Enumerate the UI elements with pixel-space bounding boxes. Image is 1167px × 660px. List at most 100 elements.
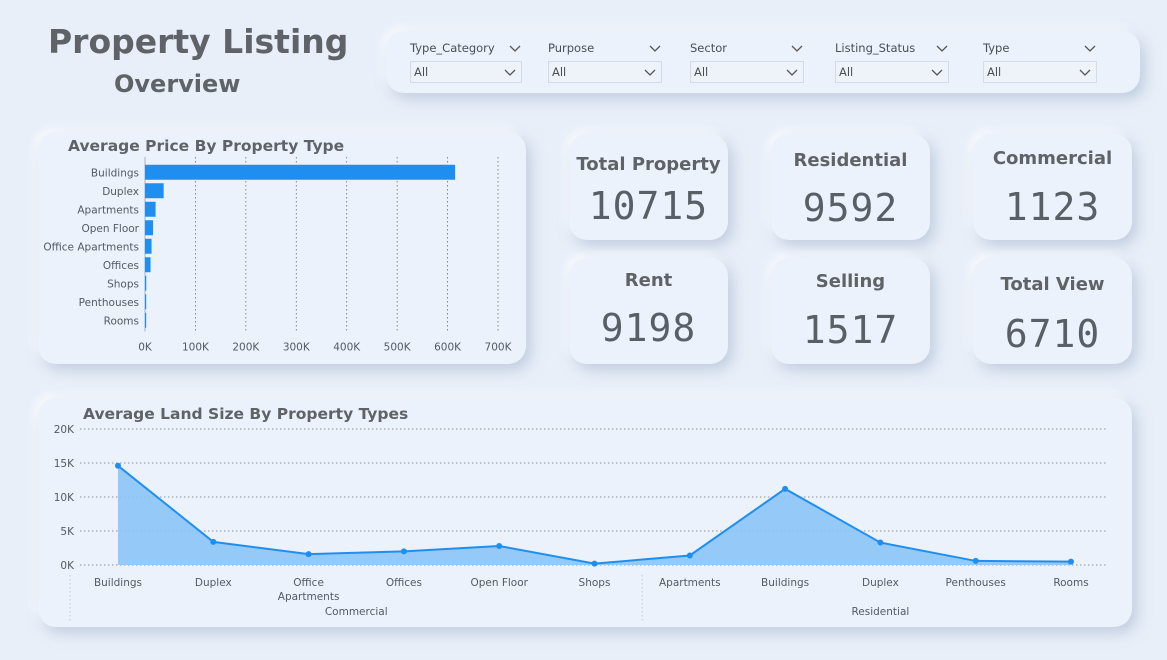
y-tick-label: Shops bbox=[107, 278, 139, 290]
chevron-down-icon[interactable] bbox=[790, 43, 804, 53]
kpi-label: Residential bbox=[793, 150, 908, 171]
filter-label: Sector bbox=[690, 41, 727, 55]
avg-land-size-area-chart: 0K 5K 10K 15K 20K Buildings Duplex Office Apartm… bbox=[54, 424, 1106, 621]
data-point bbox=[400, 548, 407, 555]
group-label: Commercial bbox=[325, 606, 388, 618]
filter-value: All bbox=[414, 65, 429, 79]
kpi-label: Rent bbox=[624, 270, 673, 291]
filter-sector[interactable]: Sector All bbox=[690, 39, 804, 83]
filter-select[interactable]: All bbox=[548, 61, 662, 83]
y-tick-label: Buildings bbox=[91, 167, 139, 179]
chevron-down-icon[interactable] bbox=[930, 67, 944, 77]
chevron-down-icon[interactable] bbox=[643, 67, 657, 77]
kpi-value: 9198 bbox=[600, 306, 697, 350]
x-tick-label: Office Apartments bbox=[278, 577, 340, 603]
kpi-total-property: Total Property 10715 bbox=[569, 134, 728, 240]
bar bbox=[145, 201, 156, 217]
x-tick-label: Duplex bbox=[862, 577, 899, 589]
kpi-commercial: Commercial 1123 bbox=[973, 134, 1132, 240]
kpi-label: Selling bbox=[815, 271, 886, 292]
data-point bbox=[972, 557, 979, 564]
x-tick-label: 700K bbox=[485, 342, 513, 354]
page-title: Property Listing bbox=[48, 22, 349, 61]
chevron-down-icon[interactable] bbox=[648, 43, 662, 53]
kpi-label: Total Property bbox=[576, 154, 721, 175]
y-tick-label: Penthouses bbox=[79, 297, 139, 309]
area-fill bbox=[118, 465, 1071, 565]
bar bbox=[145, 294, 147, 310]
bar bbox=[145, 164, 456, 180]
chevron-down-icon[interactable] bbox=[508, 43, 522, 53]
filters-panel: Type_Category All Purpose All Sector All… bbox=[386, 31, 1140, 93]
filter-select[interactable]: All bbox=[690, 61, 804, 83]
x-tick-label: 400K bbox=[333, 342, 361, 354]
x-tick-label: Offices bbox=[386, 577, 422, 589]
x-tick-label: 0K bbox=[138, 342, 153, 354]
data-point bbox=[591, 560, 598, 567]
chevron-down-icon[interactable] bbox=[1078, 67, 1092, 77]
filter-label: Listing_Status bbox=[835, 41, 916, 55]
data-point bbox=[115, 462, 121, 469]
avg-land-size-chart-card: Average Land Size By Property Types 0K 5K… bbox=[38, 398, 1132, 627]
data-point bbox=[496, 542, 503, 549]
x-tick-label: Buildings bbox=[94, 577, 142, 589]
group-label: Residential bbox=[851, 606, 909, 618]
x-tick-label: Shops bbox=[579, 577, 611, 589]
filter-value: All bbox=[839, 65, 854, 79]
y-tick-label: 10K bbox=[54, 492, 75, 504]
kpi-value: 1123 bbox=[1004, 185, 1101, 229]
avg-price-bar-chart: 0K 100K 200K 300K 400K 500K 600K 700K Buildings D… bbox=[43, 157, 513, 354]
kpi-rent: Rent 9198 bbox=[569, 258, 728, 364]
bar bbox=[145, 183, 164, 199]
y-tick-label: 20K bbox=[54, 424, 75, 436]
chevron-down-icon[interactable] bbox=[935, 43, 949, 53]
y-tick-label: 0K bbox=[60, 560, 75, 572]
data-point bbox=[686, 552, 693, 559]
chevron-down-icon[interactable] bbox=[1083, 43, 1097, 53]
filter-label: Type bbox=[983, 41, 1010, 55]
filter-select[interactable]: All bbox=[410, 61, 522, 83]
x-tick-label: 600K bbox=[434, 342, 462, 354]
y-tick-label: Duplex bbox=[102, 186, 139, 198]
y-tick-label: Office Apartments bbox=[43, 241, 139, 253]
data-point bbox=[1068, 558, 1074, 565]
chevron-down-icon[interactable] bbox=[785, 67, 799, 77]
y-tick-label: Apartments bbox=[77, 204, 139, 216]
filter-label: Purpose bbox=[548, 41, 595, 55]
x-tick-label: 300K bbox=[283, 342, 311, 354]
filter-type-category[interactable]: Type_Category All bbox=[410, 39, 522, 83]
y-tick-label: 5K bbox=[60, 526, 75, 538]
bar bbox=[145, 257, 151, 273]
filter-listing-status[interactable]: Listing_Status All bbox=[835, 39, 949, 83]
filter-purpose[interactable]: Purpose All bbox=[548, 39, 662, 83]
x-tick-label: Open Floor bbox=[470, 577, 528, 589]
filter-select[interactable]: All bbox=[835, 61, 949, 83]
avg-price-chart-card: Average Price By Property Type 0K 100K 200… bbox=[38, 132, 526, 364]
kpi-value: 9592 bbox=[802, 186, 899, 230]
y-tick-label: 15K bbox=[54, 458, 75, 470]
bar bbox=[145, 275, 147, 291]
x-tick-label: Apartments bbox=[659, 577, 721, 589]
page-subtitle: Overview bbox=[114, 70, 241, 98]
kpi-residential: Residential 9592 bbox=[771, 134, 930, 240]
data-point bbox=[782, 485, 789, 492]
x-tick-label: Penthouses bbox=[946, 577, 1006, 589]
kpi-value: 10715 bbox=[588, 184, 709, 228]
x-tick-label: Buildings bbox=[761, 577, 809, 589]
data-point bbox=[210, 538, 217, 545]
x-tick-label: 500K bbox=[384, 342, 412, 354]
x-tick-label: Rooms bbox=[1053, 577, 1088, 589]
bar bbox=[145, 238, 152, 254]
x-tick-label: Duplex bbox=[195, 577, 232, 589]
filter-select[interactable]: All bbox=[983, 61, 1097, 83]
chevron-down-icon[interactable] bbox=[503, 67, 517, 77]
kpi-value: 1517 bbox=[802, 308, 899, 352]
filter-value: All bbox=[694, 65, 709, 79]
y-tick-label: Open Floor bbox=[81, 223, 139, 235]
kpi-value: 6710 bbox=[1004, 312, 1101, 356]
bar bbox=[145, 312, 147, 328]
data-point bbox=[305, 551, 312, 558]
series-line bbox=[117, 464, 1072, 565]
filter-type[interactable]: Type All bbox=[983, 39, 1097, 83]
kpi-total-view: Total View 6710 bbox=[973, 258, 1132, 364]
